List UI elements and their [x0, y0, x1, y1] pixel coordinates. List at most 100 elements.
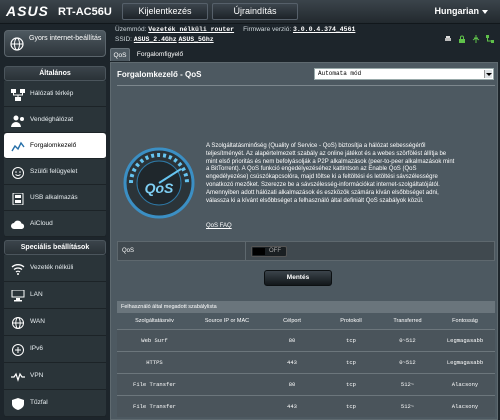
- column-header: Szolgáltatásnév: [117, 313, 192, 329]
- transferred-cell: 512~: [380, 373, 435, 395]
- svg-text:QoS: QoS: [145, 180, 174, 196]
- wireless-icon: [11, 262, 25, 275]
- sidebar-item-label: Vendéghálózat: [30, 116, 74, 123]
- toggle-knob: [253, 248, 265, 255]
- port-cell: 443: [262, 351, 322, 373]
- table-row[interactable]: File Transfer 80 tcp 512~ Alacsony: [117, 373, 495, 395]
- port-cell: 443: [262, 395, 322, 417]
- cloud-icon: [11, 218, 25, 230]
- divider: [117, 85, 495, 86]
- qos-mode-select[interactable]: Automata mód: [314, 68, 494, 80]
- printer-icon[interactable]: [444, 30, 452, 41]
- column-header: Célport: [262, 313, 322, 329]
- firmware-label: Firmware verzió:: [243, 26, 292, 33]
- firewall-icon: [11, 397, 25, 410]
- column-header: Transferred: [380, 313, 435, 329]
- main-content: QoS Forgalomfigyelő Forgalomkezelő - QoS…: [110, 46, 500, 420]
- ssid-24-link[interactable]: ASUS_2.4Ghz: [134, 36, 177, 43]
- priority-cell: Alacsony: [435, 373, 495, 395]
- traffic-manager-icon: [11, 140, 25, 152]
- port-cell: 80: [262, 329, 322, 351]
- sidebar-item-traffic-manager[interactable]: Forgalomkezelő: [4, 133, 106, 159]
- firmware-link[interactable]: 3.0.0.4.374_4561: [293, 26, 355, 33]
- source-cell: [192, 373, 262, 395]
- sidebar-item-wireless[interactable]: Vezeték nélküli: [4, 255, 106, 282]
- tab-qos[interactable]: QoS: [110, 48, 130, 61]
- mode-link[interactable]: Vezeték nélküli router: [148, 26, 234, 33]
- status-line-1: Üzemmód: Vezeték nélküli router Firmware…: [115, 26, 355, 33]
- column-header: Protokoll: [322, 313, 380, 329]
- source-cell: [192, 351, 262, 373]
- sidebar-item-label: Hálózati térkép: [30, 90, 74, 97]
- sidebar-item-label: USB alkalmazás: [30, 194, 78, 201]
- language-select[interactable]: Hungarian: [434, 6, 488, 16]
- sidebar-item-label: LAN: [30, 291, 43, 298]
- protocol-cell: tcp: [322, 329, 380, 351]
- sidebar-item-label: AiCloud: [30, 220, 53, 227]
- table-row[interactable]: File Transfer 443 tcp 512~ Alacsony: [117, 395, 495, 417]
- sidebar: Gyors internet-beállítás Általános Hálóz…: [0, 24, 110, 420]
- lock-icon[interactable]: [458, 30, 466, 43]
- column-header: Source IP or MAC: [192, 313, 262, 329]
- service-name-cell: File Transfer: [117, 373, 192, 395]
- network-status-icon[interactable]: [486, 30, 494, 43]
- chevron-down-icon: [484, 70, 492, 78]
- advanced-menu: Vezeték nélküli LAN WAN IPv6 VPN Tűzfal: [4, 255, 106, 417]
- sidebar-item-wan[interactable]: WAN: [4, 309, 106, 336]
- port-cell: 80: [262, 373, 322, 395]
- sidebar-item-label: IPv6: [30, 345, 44, 352]
- transferred-cell: 0~512: [380, 329, 435, 351]
- sidebar-item-guest-network[interactable]: Vendéghálózat: [4, 107, 106, 133]
- sidebar-item-label: Szülői felügyelet: [30, 168, 78, 175]
- transferred-cell: 512~: [380, 395, 435, 417]
- sidebar-item-label: Vezeték nélküli: [30, 264, 74, 271]
- rules-table-caption: Felhasználó által megadott szabálylista: [117, 301, 495, 313]
- table-header-row: Szolgáltatásnév Source IP or MAC Célport…: [117, 313, 495, 329]
- service-name-cell: Web Surf: [117, 329, 192, 351]
- sidebar-item-firewall[interactable]: Tűzfal: [4, 390, 106, 417]
- qos-label: QoS: [122, 248, 135, 254]
- qos-toggle[interactable]: OFF: [251, 246, 287, 257]
- network-map-icon: [11, 88, 25, 101]
- logout-button[interactable]: Kijelentkezés: [122, 3, 208, 20]
- qos-enable-row: QoS OFF: [117, 241, 495, 261]
- divider: [245, 242, 246, 260]
- page-title: Forgalomkezelő - QoS: [117, 70, 202, 79]
- asus-logo: ASUS: [6, 3, 49, 19]
- globe-icon: [10, 37, 24, 51]
- wan-icon: [11, 316, 25, 329]
- qos-faq-link[interactable]: QoS FAQ: [206, 223, 232, 229]
- ssid-5-link[interactable]: ASUS_5Ghz: [179, 36, 214, 43]
- quick-setup-label: Gyors internet-beállítás: [29, 35, 102, 42]
- column-header: Fontosság: [435, 313, 495, 329]
- protocol-cell: tcp: [322, 351, 380, 373]
- priority-cell: Legmagasabb: [435, 329, 495, 351]
- status-bar: Üzemmód: Vezeték nélküli router Firmware…: [110, 24, 500, 46]
- sidebar-item-label: VPN: [30, 372, 44, 379]
- chevron-down-icon: [482, 9, 488, 14]
- general-section-title: Általános: [4, 66, 106, 81]
- vpn-icon: [11, 370, 25, 382]
- reboot-button[interactable]: Újraindítás: [212, 3, 298, 20]
- qos-mode-value: Automata mód: [318, 70, 362, 77]
- priority-cell: Alacsony: [435, 395, 495, 417]
- sidebar-item-usb-application[interactable]: USB alkalmazás: [4, 185, 106, 211]
- tab-traffic-monitor[interactable]: Forgalomfigyelő: [132, 48, 188, 61]
- service-name-cell: File Transfer: [117, 395, 192, 417]
- status-icons: [444, 30, 494, 43]
- sidebar-item-ipv6[interactable]: IPv6: [4, 336, 106, 363]
- save-button[interactable]: Mentés: [264, 270, 332, 286]
- sidebar-item-parental-control[interactable]: Szülői felügyelet: [4, 159, 106, 185]
- quick-internet-setup-button[interactable]: Gyors internet-beállítás: [4, 30, 106, 57]
- advanced-section-title: Speciális beállítások: [4, 240, 106, 255]
- ipv6-icon: [11, 343, 25, 356]
- table-row[interactable]: Web Surf 80 tcp 0~512 Legmagasabb: [117, 329, 495, 351]
- sidebar-item-vpn[interactable]: VPN: [4, 363, 106, 390]
- sidebar-item-network-map[interactable]: Hálózati térkép: [4, 81, 106, 107]
- sidebar-item-lan[interactable]: LAN: [4, 282, 106, 309]
- mode-label: Üzemmód:: [115, 26, 147, 33]
- usb-status-icon[interactable]: [472, 30, 480, 43]
- sidebar-item-aicloud[interactable]: AiCloud: [4, 211, 106, 237]
- status-line-2: SSID: ASUS_2.4Ghz ASUS_5Ghz: [115, 36, 214, 43]
- table-row[interactable]: HTTPS 443 tcp 0~512 Legmagasabb: [117, 351, 495, 373]
